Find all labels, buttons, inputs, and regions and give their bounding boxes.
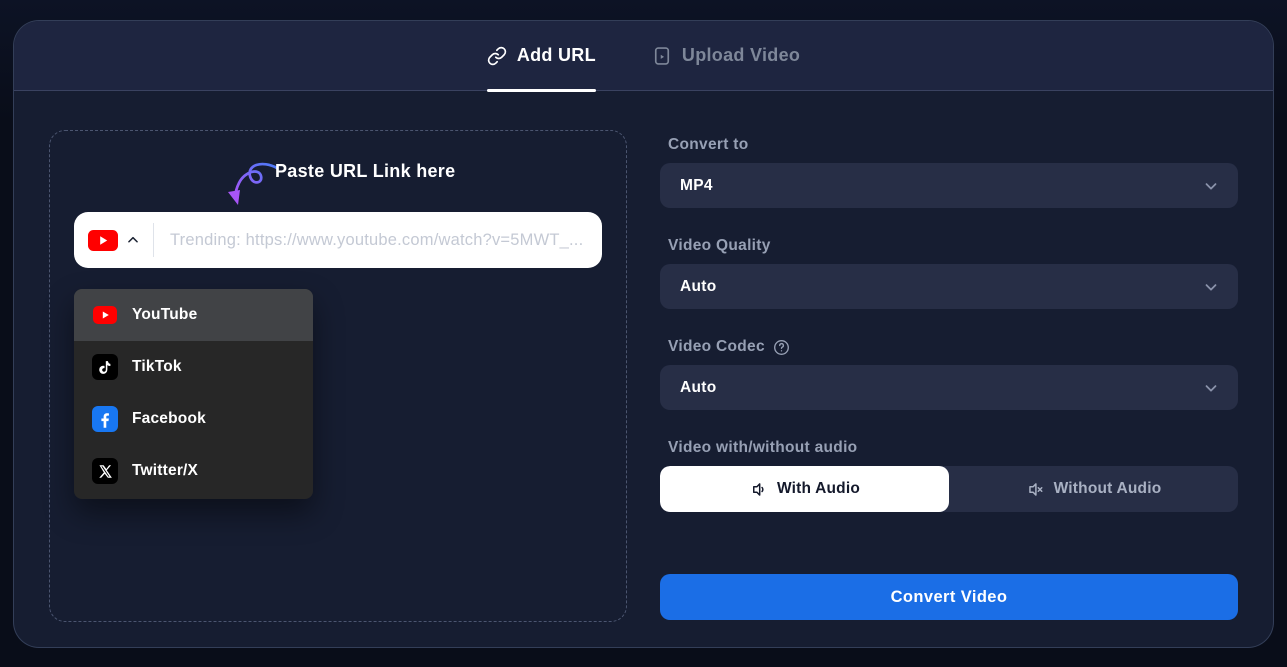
- convert-to-select[interactable]: MP4: [660, 163, 1238, 208]
- platform-item-tiktok[interactable]: TikTok: [74, 341, 313, 393]
- platform-label: YouTube: [132, 306, 197, 324]
- card-body: Paste URL Link here: [14, 92, 1273, 648]
- tiktok-icon: [92, 354, 118, 380]
- video-quality-value: Auto: [680, 278, 717, 296]
- video-codec-select[interactable]: Auto: [660, 365, 1238, 410]
- speaker-on-icon: [749, 480, 768, 499]
- youtube-icon: [92, 302, 118, 328]
- without-audio-label: Without Audio: [1054, 480, 1162, 498]
- twitter-x-icon: [92, 458, 118, 484]
- platform-label: Twitter/X: [132, 462, 198, 480]
- speaker-muted-icon: [1026, 480, 1045, 499]
- audio-section-label: Video with/without audio: [668, 439, 857, 457]
- platform-select-button[interactable]: [74, 212, 153, 268]
- curved-arrow-icon: [224, 159, 280, 213]
- platform-item-youtube[interactable]: YouTube: [74, 289, 313, 341]
- with-audio-option[interactable]: With Audio: [660, 466, 949, 512]
- chevron-down-icon: [1202, 177, 1220, 195]
- youtube-icon: [88, 230, 118, 251]
- platform-item-twitter-x[interactable]: Twitter/X: [74, 445, 313, 497]
- audio-toggle: With Audio Without Audio: [660, 466, 1238, 512]
- convert-to-value: MP4: [680, 177, 713, 195]
- convert-to-label: Convert to: [668, 136, 749, 154]
- tab-bar: Add URL Upload Video: [14, 21, 1273, 91]
- with-audio-label: With Audio: [777, 480, 860, 498]
- question-circle-icon[interactable]: [773, 339, 790, 356]
- platform-dropdown: YouTube TikTok Fac: [74, 289, 313, 499]
- chevron-up-icon: [126, 233, 140, 247]
- tab-label: Upload Video: [682, 45, 800, 66]
- video-quality-select[interactable]: Auto: [660, 264, 1238, 309]
- url-input[interactable]: [154, 212, 602, 268]
- tab-label: Add URL: [517, 45, 596, 66]
- paste-url-hint: Paste URL Link here: [275, 161, 455, 182]
- tab-upload-video[interactable]: Upload Video: [652, 21, 800, 90]
- tab-add-url[interactable]: Add URL: [487, 21, 596, 90]
- video-codec-value: Auto: [680, 379, 717, 397]
- platform-label: Facebook: [132, 410, 206, 428]
- file-video-icon: [652, 46, 672, 66]
- url-drop-panel: Paste URL Link here: [49, 130, 627, 622]
- converter-card: Add URL Upload Video: [13, 20, 1274, 648]
- convert-video-button[interactable]: Convert Video: [660, 574, 1238, 620]
- chevron-down-icon: [1202, 379, 1220, 397]
- platform-label: TikTok: [132, 358, 182, 376]
- video-quality-label: Video Quality: [668, 237, 771, 255]
- chevron-down-icon: [1202, 278, 1220, 296]
- facebook-icon: [92, 406, 118, 432]
- platform-item-facebook[interactable]: Facebook: [74, 393, 313, 445]
- without-audio-option[interactable]: Without Audio: [949, 466, 1238, 512]
- link-icon: [487, 46, 507, 66]
- url-input-group: [74, 212, 602, 268]
- video-codec-label: Video Codec: [668, 338, 790, 356]
